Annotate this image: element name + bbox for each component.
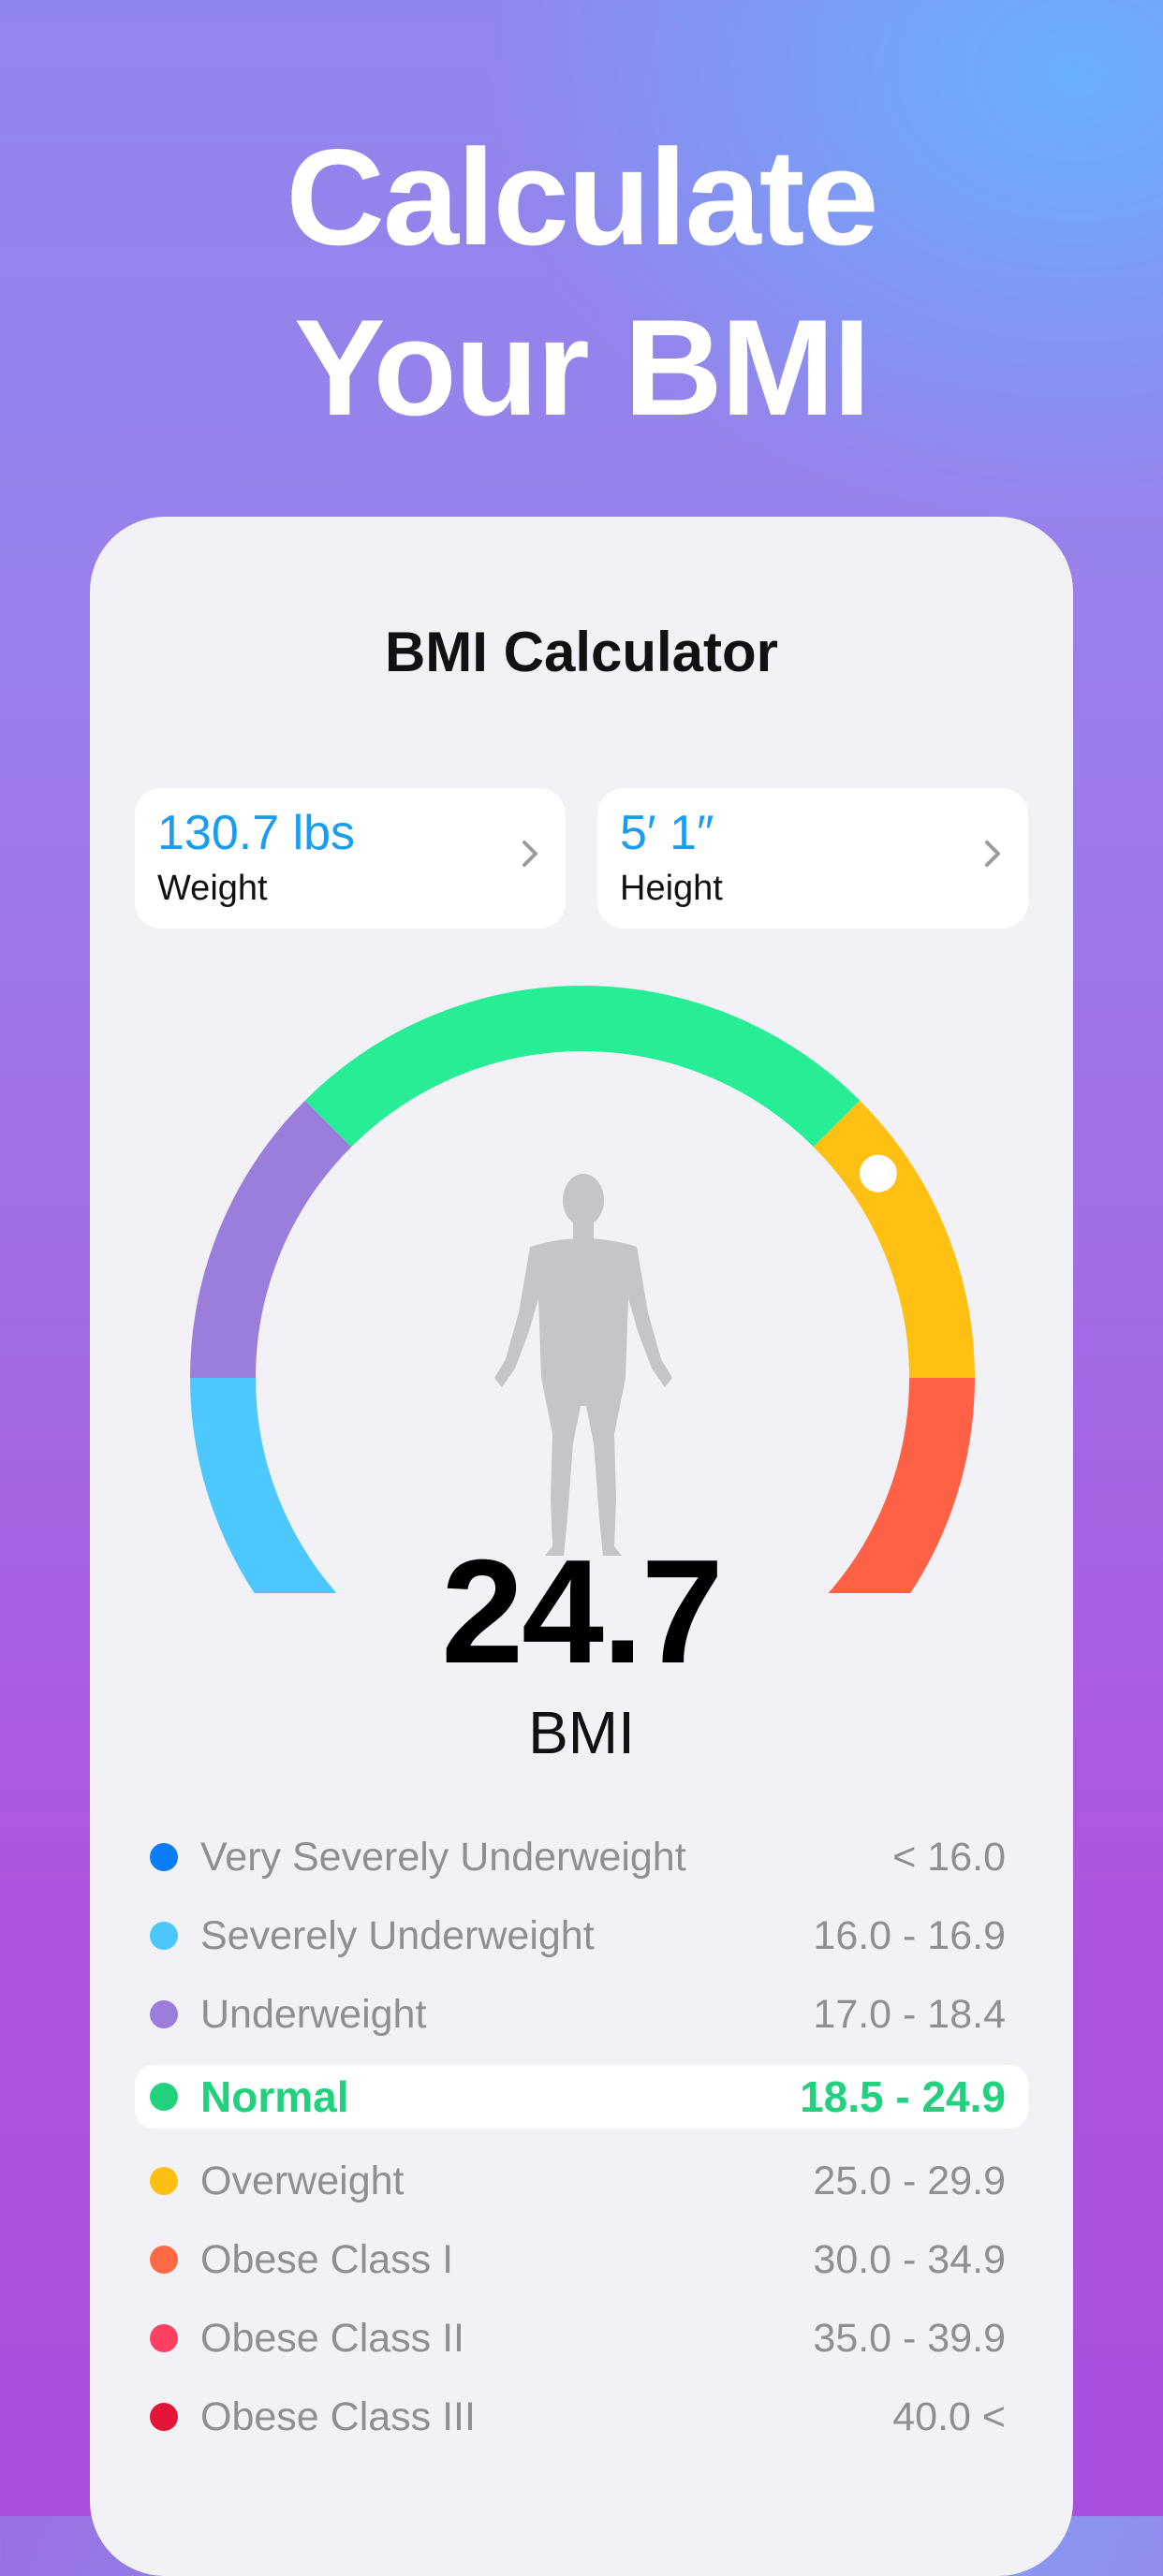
bmi-category-row: Obese Class III 40.0 < [135,2378,1028,2456]
height-label: Height [620,869,723,908]
category-color-dot [150,1922,178,1950]
category-range: 18.5 - 24.9 [800,2072,1006,2121]
headline: Calculate Your BMI [0,112,1163,453]
bmi-category-row: Overweight 25.0 - 29.9 [135,2142,1028,2220]
bmi-category-row: Severely Underweight 16.0 - 16.9 [135,1896,1028,1975]
category-name: Obese Class I [200,2236,454,2282]
bmi-value: 24.7 [441,1530,724,1694]
category-color-dot [150,2000,178,2028]
category-color-dot [150,2324,178,2352]
gauge-segment-underweight [190,1100,352,1379]
category-color-dot [150,1843,178,1871]
bmi-category-list: Very Severely Underweight < 16.0 Severely … [135,1818,1028,2456]
headline-line-2: Your BMI [294,291,871,444]
category-name: Overweight [200,2158,405,2203]
height-value: 5′ 1″ [620,806,714,860]
bmi-card: BMI Calculator 130.7 lbs Weight 5′ 1″ He… [90,517,1073,2576]
chevron-right-icon [985,841,1000,867]
category-range: 30.0 - 34.9 [813,2236,1006,2282]
category-range: 35.0 - 39.9 [813,2315,1006,2361]
bmi-category-row: Very Severely Underweight < 16.0 [135,1818,1028,1896]
category-color-dot [150,2246,178,2274]
chevron-right-icon [523,841,537,867]
weight-label: Weight [157,869,268,908]
weight-field[interactable]: 130.7 lbs Weight [135,788,566,929]
gauge-indicator [859,1154,897,1193]
category-range: 16.0 - 16.9 [813,1912,1006,1958]
gauge-segment-normal [304,986,861,1148]
weight-value: 130.7 lbs [157,806,356,860]
category-name: Underweight [200,1991,427,2037]
bmi-category-row: Obese Class I 30.0 - 34.9 [135,2220,1028,2299]
height-field[interactable]: 5′ 1″ Height [597,788,1028,929]
card-title: BMI Calculator [384,621,779,683]
category-color-dot [150,2167,178,2195]
category-color-dot [150,2403,178,2431]
bmi-label: BMI [528,1699,635,1766]
category-range: < 16.0 [892,1834,1006,1880]
category-range: 17.0 - 18.4 [813,1991,1006,2037]
category-range: 40.0 < [892,2393,1006,2439]
bmi-category-row: Normal 18.5 - 24.9 [135,2065,1028,2129]
category-color-dot [150,2083,178,2111]
category-name: Obese Class III [200,2393,476,2439]
category-name: Very Severely Underweight [200,1834,686,1880]
category-range: 25.0 - 29.9 [813,2158,1006,2203]
category-name: Obese Class II [200,2315,464,2361]
bmi-gauge [190,986,975,1593]
bmi-category-row: Underweight 17.0 - 18.4 [135,1975,1028,2054]
category-name: Severely Underweight [200,1912,595,1958]
headline-line-1: Calculate [286,121,878,273]
bmi-category-row: Obese Class II 35.0 - 39.9 [135,2299,1028,2378]
category-name: Normal [200,2072,349,2121]
body-silhouette-icon [494,1174,672,1556]
